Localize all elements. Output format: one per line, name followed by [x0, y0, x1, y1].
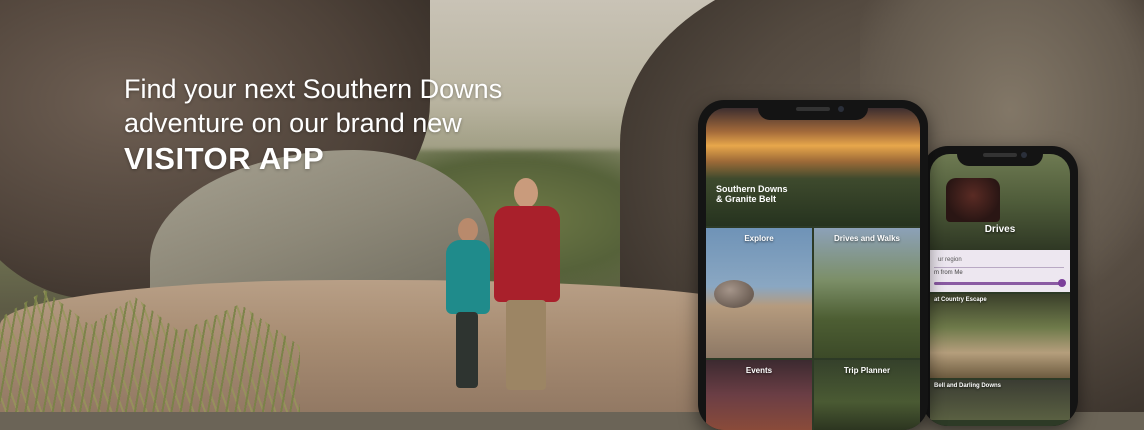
- distance-slider[interactable]: m from Me: [934, 270, 1066, 288]
- promo-headline: Find your next Southern Downs adventure …: [124, 72, 502, 178]
- phone-notch: [957, 146, 1043, 166]
- tile-label: Explore: [744, 234, 774, 243]
- drive-card-title: Bell and Darling Downs: [934, 383, 1002, 389]
- drives-filter-panel: ur region m from Me: [930, 250, 1070, 292]
- drives-screen: Drives ur region m from Me at Country Es…: [930, 154, 1070, 426]
- app-logo-line-2: & Granite Belt: [716, 194, 777, 204]
- home-screen: Southern Downs & Granite Belt Explore Dr…: [706, 108, 920, 430]
- app-logo-line-1: Southern Downs: [716, 184, 788, 194]
- region-search-field[interactable]: ur region: [934, 253, 1064, 268]
- slider-knob[interactable]: [1058, 279, 1066, 287]
- tile-events[interactable]: Events: [706, 360, 812, 430]
- tile-explore[interactable]: Explore: [706, 228, 812, 358]
- hiker-man: [490, 178, 566, 392]
- phone-main: Southern Downs & Granite Belt Explore Dr…: [698, 100, 928, 430]
- balancing-rock: [714, 280, 754, 308]
- hero-sunset-image: Southern Downs & Granite Belt: [706, 108, 920, 226]
- drive-card[interactable]: at Country Escape: [930, 294, 1070, 378]
- tile-label: Trip Planner: [843, 366, 891, 375]
- tile-drives-and-walks[interactable]: Drives and Walks: [814, 228, 920, 358]
- tile-label: Events: [745, 366, 773, 375]
- headline-line-1: Find your next Southern Downs: [124, 74, 503, 104]
- drive-card-title: at Country Escape: [934, 297, 987, 303]
- steam-train: [946, 178, 1000, 222]
- drives-title: Drives: [984, 224, 1016, 235]
- drive-card[interactable]: Bell and Darling Downs: [930, 380, 1070, 420]
- drives-hero-image: Drives: [930, 154, 1070, 250]
- headline-line-2: adventure on our brand new: [124, 108, 462, 138]
- tile-label: Drives and Walks: [834, 234, 900, 243]
- phone-secondary: Drives ur region m from Me at Country Es…: [922, 146, 1078, 426]
- headline-brand: VISITOR APP: [124, 141, 325, 176]
- phone-notch: [758, 100, 868, 120]
- app-logo: Southern Downs & Granite Belt: [716, 184, 788, 204]
- distance-slider-label: m from Me: [934, 270, 963, 276]
- tile-trip-planner[interactable]: Trip Planner: [814, 360, 920, 430]
- slider-track: [934, 282, 1064, 285]
- hiker-woman: [442, 218, 494, 390]
